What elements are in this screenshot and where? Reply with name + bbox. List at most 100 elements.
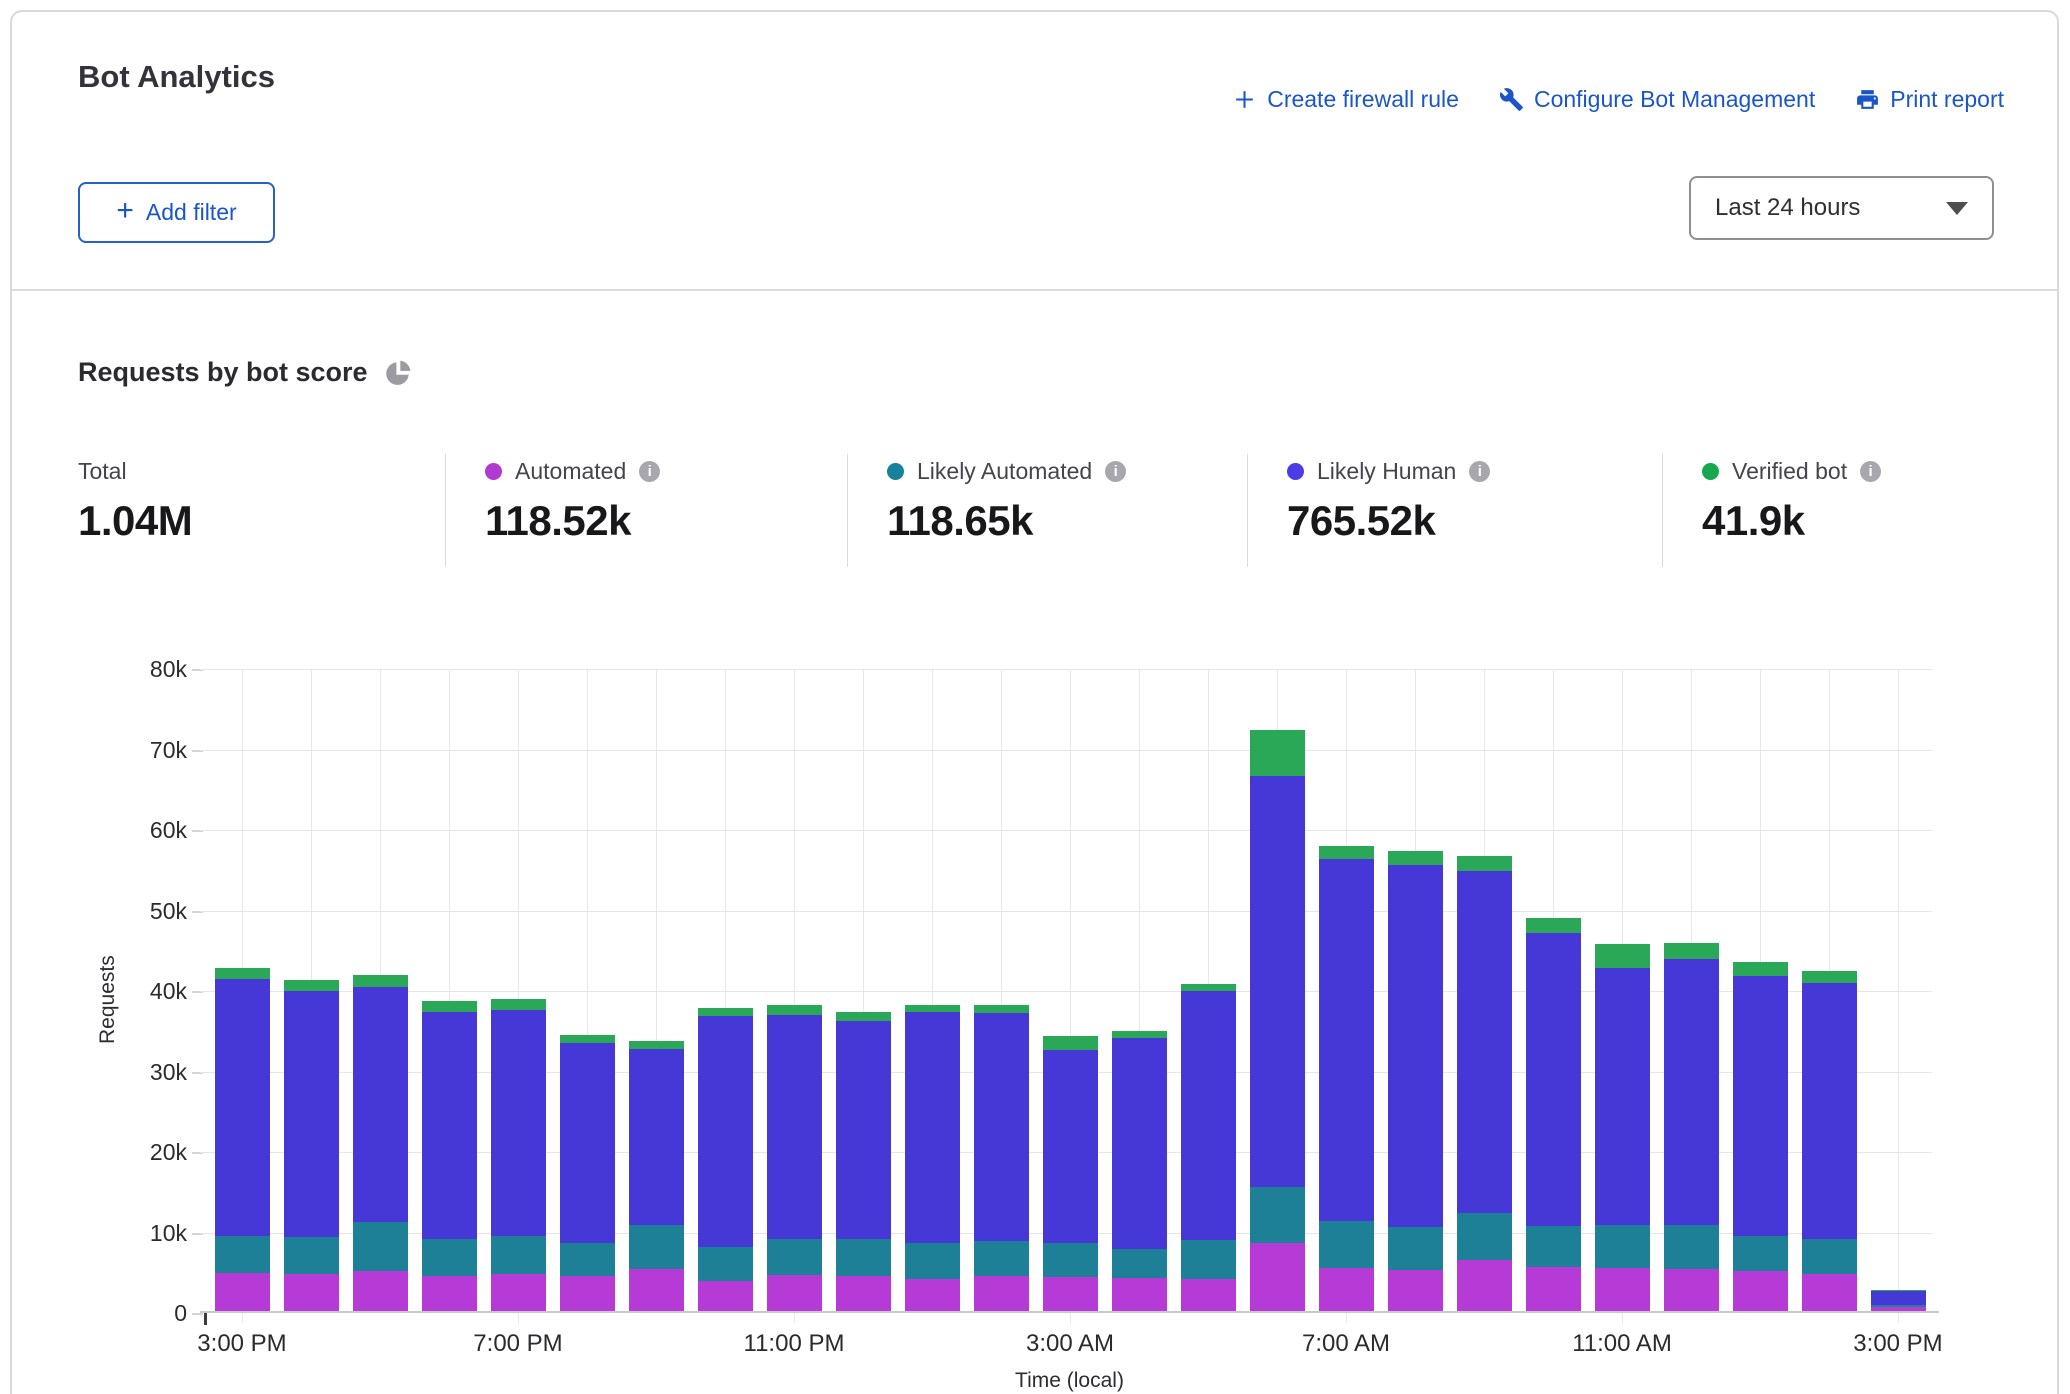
bar-segment-automated[interactable] [1802, 1274, 1857, 1311]
bar-segment-likely-human[interactable] [905, 1012, 960, 1242]
bar-segment-likely-automated[interactable] [974, 1241, 1029, 1276]
bar-segment-automated[interactable] [767, 1275, 822, 1311]
bar-segment-likely-automated[interactable] [215, 1236, 270, 1273]
bar-segment-automated[interactable] [1388, 1270, 1443, 1311]
bar-segment-likely-human[interactable] [836, 1021, 891, 1239]
bar-segment-likely-automated[interactable] [491, 1236, 546, 1274]
bar-segment-likely-automated[interactable] [836, 1239, 891, 1275]
bar-segment-likely-human[interactable] [1043, 1050, 1098, 1242]
bar-segment-verified-bot[interactable] [905, 1005, 960, 1012]
bar-segment-verified-bot[interactable] [698, 1008, 753, 1017]
bar-segment-verified-bot[interactable] [836, 1012, 891, 1021]
bar-segment-automated[interactable] [974, 1276, 1029, 1311]
bar-segment-likely-human[interactable] [1664, 959, 1719, 1225]
time-range-dropdown[interactable]: Last 24 hours [1689, 176, 1994, 240]
bar-segment-verified-bot[interactable] [215, 968, 270, 978]
bar-segment-automated[interactable] [353, 1271, 408, 1311]
bar-segment-automated[interactable] [836, 1276, 891, 1311]
bar-segment-likely-human[interactable] [767, 1015, 822, 1239]
bar-segment-verified-bot[interactable] [1043, 1036, 1098, 1050]
bar-segment-verified-bot[interactable] [1457, 856, 1512, 871]
bar-segment-verified-bot[interactable] [974, 1005, 1029, 1013]
bar-segment-likely-automated[interactable] [1664, 1225, 1719, 1269]
bar-segment-automated[interactable] [560, 1276, 615, 1311]
configure-bot-management-link[interactable]: Configure Bot Management [1499, 86, 1815, 113]
bar-segment-likely-automated[interactable] [422, 1239, 477, 1277]
bar-segment-likely-automated[interactable] [560, 1243, 615, 1275]
bar-segment-likely-human[interactable] [284, 991, 339, 1237]
bar-segment-verified-bot[interactable] [1595, 944, 1650, 968]
bar-segment-likely-human[interactable] [1319, 859, 1374, 1220]
bar-segment-likely-automated[interactable] [1388, 1227, 1443, 1270]
bar-segment-likely-human[interactable] [491, 1010, 546, 1236]
bar-segment-automated[interactable] [1181, 1279, 1236, 1311]
bar-segment-verified-bot[interactable] [1733, 962, 1788, 976]
bar-segment-verified-bot[interactable] [1802, 971, 1857, 983]
bar-segment-verified-bot[interactable] [353, 975, 408, 987]
bar-segment-verified-bot[interactable] [1871, 1290, 1926, 1291]
bar-segment-verified-bot[interactable] [629, 1041, 684, 1049]
info-icon[interactable]: i [639, 461, 660, 482]
bar-segment-likely-automated[interactable] [698, 1247, 753, 1281]
info-icon[interactable]: i [1860, 461, 1881, 482]
bar-segment-verified-bot[interactable] [1250, 730, 1305, 776]
bar-segment-likely-human[interactable] [1112, 1038, 1167, 1249]
bar-segment-automated[interactable] [629, 1269, 684, 1311]
bar-segment-likely-human[interactable] [1457, 871, 1512, 1212]
bar-segment-likely-human[interactable] [422, 1012, 477, 1239]
bar-segment-verified-bot[interactable] [1319, 846, 1374, 860]
bar-segment-verified-bot[interactable] [491, 999, 546, 1010]
bar-segment-likely-automated[interactable] [1733, 1236, 1788, 1271]
bar-segment-automated[interactable] [1871, 1307, 1926, 1311]
bar-segment-likely-automated[interactable] [1250, 1187, 1305, 1243]
bar-segment-verified-bot[interactable] [1112, 1031, 1167, 1038]
bar-segment-automated[interactable] [1250, 1243, 1305, 1311]
bar-segment-automated[interactable] [422, 1276, 477, 1311]
bar-segment-verified-bot[interactable] [284, 980, 339, 991]
bar-segment-automated[interactable] [215, 1273, 270, 1311]
bar-segment-likely-automated[interactable] [1043, 1243, 1098, 1278]
bar-segment-likely-automated[interactable] [1526, 1226, 1581, 1266]
bar-segment-likely-human[interactable] [698, 1016, 753, 1247]
bar-segment-likely-automated[interactable] [353, 1222, 408, 1270]
bar-segment-automated[interactable] [1664, 1269, 1719, 1311]
bar-segment-automated[interactable] [1733, 1271, 1788, 1311]
bar-segment-automated[interactable] [1457, 1260, 1512, 1311]
bar-segment-verified-bot[interactable] [767, 1005, 822, 1015]
bar-segment-likely-automated[interactable] [1871, 1305, 1926, 1307]
info-icon[interactable]: i [1469, 461, 1490, 482]
bar-segment-likely-human[interactable] [1250, 776, 1305, 1187]
bar-segment-automated[interactable] [698, 1281, 753, 1311]
bar-segment-automated[interactable] [1319, 1268, 1374, 1311]
bar-segment-verified-bot[interactable] [1526, 918, 1581, 932]
create-firewall-rule-link[interactable]: Create firewall rule [1232, 86, 1459, 113]
bar-segment-likely-automated[interactable] [1595, 1225, 1650, 1268]
bar-segment-likely-human[interactable] [1871, 1291, 1926, 1305]
bar-segment-likely-human[interactable] [560, 1043, 615, 1243]
bar-segment-likely-human[interactable] [629, 1049, 684, 1225]
bar-segment-likely-automated[interactable] [1112, 1249, 1167, 1278]
bar-segment-likely-human[interactable] [1526, 933, 1581, 1227]
bar-segment-likely-human[interactable] [353, 987, 408, 1222]
bar-segment-likely-automated[interactable] [284, 1237, 339, 1274]
bar-segment-automated[interactable] [1043, 1277, 1098, 1311]
bar-segment-likely-automated[interactable] [1319, 1221, 1374, 1268]
bar-segment-likely-human[interactable] [1181, 991, 1236, 1240]
bar-segment-likely-automated[interactable] [767, 1239, 822, 1275]
bar-segment-likely-human[interactable] [1595, 968, 1650, 1225]
bar-segment-automated[interactable] [1595, 1268, 1650, 1311]
bar-segment-verified-bot[interactable] [1664, 943, 1719, 959]
bar-segment-likely-human[interactable] [974, 1013, 1029, 1241]
info-icon[interactable]: i [1105, 461, 1126, 482]
bar-segment-likely-automated[interactable] [1457, 1213, 1512, 1260]
bar-segment-automated[interactable] [905, 1279, 960, 1311]
add-filter-button[interactable]: + Add filter [78, 182, 275, 243]
bar-segment-likely-human[interactable] [1802, 983, 1857, 1239]
bar-segment-automated[interactable] [491, 1274, 546, 1311]
bar-segment-automated[interactable] [284, 1274, 339, 1311]
bar-segment-likely-human[interactable] [215, 979, 270, 1237]
print-report-link[interactable]: Print report [1855, 86, 2004, 113]
bar-segment-likely-automated[interactable] [1181, 1240, 1236, 1279]
bar-segment-verified-bot[interactable] [1181, 984, 1236, 991]
bar-segment-automated[interactable] [1526, 1267, 1581, 1311]
